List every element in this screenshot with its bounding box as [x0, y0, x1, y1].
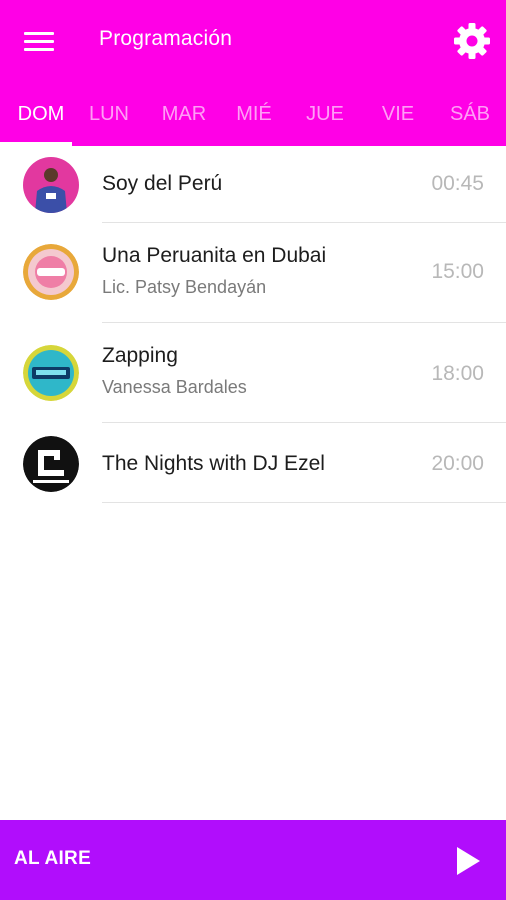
- tab-sab[interactable]: SÁB: [434, 92, 506, 136]
- program-name: The Nights with DJ Ezel: [102, 452, 325, 475]
- program-time: 15:00: [431, 260, 484, 283]
- gear-icon[interactable]: [450, 19, 494, 63]
- tab-mie[interactable]: MIÉ: [219, 92, 289, 136]
- divider: [102, 222, 506, 223]
- page-title: Programación: [99, 27, 233, 50]
- divider: [102, 502, 506, 503]
- list-item[interactable]: The Nights with DJ Ezel 20:00: [0, 424, 506, 504]
- list-item[interactable]: Zapping Vanessa Bardales 18:00: [0, 324, 506, 424]
- day-tabs: DOM LUN MAR MIÉ JUE VIE SÁB: [0, 92, 506, 144]
- avatar: [23, 244, 79, 300]
- program-host: Lic. Patsy Bendayán: [102, 277, 267, 297]
- divider: [102, 422, 506, 423]
- on-air-label: AL AIRE: [14, 848, 92, 869]
- program-time: 20:00: [431, 452, 484, 475]
- program-name: Zapping: [102, 344, 178, 367]
- now-playing-bar[interactable]: AL AIRE: [0, 820, 506, 900]
- avatar: [23, 436, 79, 492]
- avatar: [23, 345, 79, 401]
- program-name: Soy del Perú: [102, 172, 223, 195]
- program-host: Vanessa Bardales: [102, 377, 247, 397]
- app-bar: Programación DOM LUN MAR MIÉ JUE VIE SÁB: [0, 0, 506, 146]
- play-icon[interactable]: [447, 842, 487, 880]
- tab-lun[interactable]: LUN: [74, 92, 144, 136]
- program-time: 18:00: [431, 362, 484, 385]
- tab-mar[interactable]: MAR: [147, 92, 221, 136]
- hamburger-menu-icon[interactable]: [22, 27, 56, 55]
- toolbar: Programación: [0, 0, 506, 82]
- divider: [102, 322, 506, 323]
- tab-jue[interactable]: JUE: [290, 92, 360, 136]
- program-name: Una Peruanita en Dubai: [102, 244, 327, 267]
- tab-dom[interactable]: DOM: [0, 92, 82, 136]
- avatar: [23, 157, 79, 213]
- tab-vie[interactable]: VIE: [363, 92, 433, 136]
- program-time: 00:45: [431, 172, 484, 195]
- list-item[interactable]: Una Peruanita en Dubai Lic. Patsy Benday…: [0, 224, 506, 324]
- list-item[interactable]: Soy del Perú 00:45: [0, 146, 506, 226]
